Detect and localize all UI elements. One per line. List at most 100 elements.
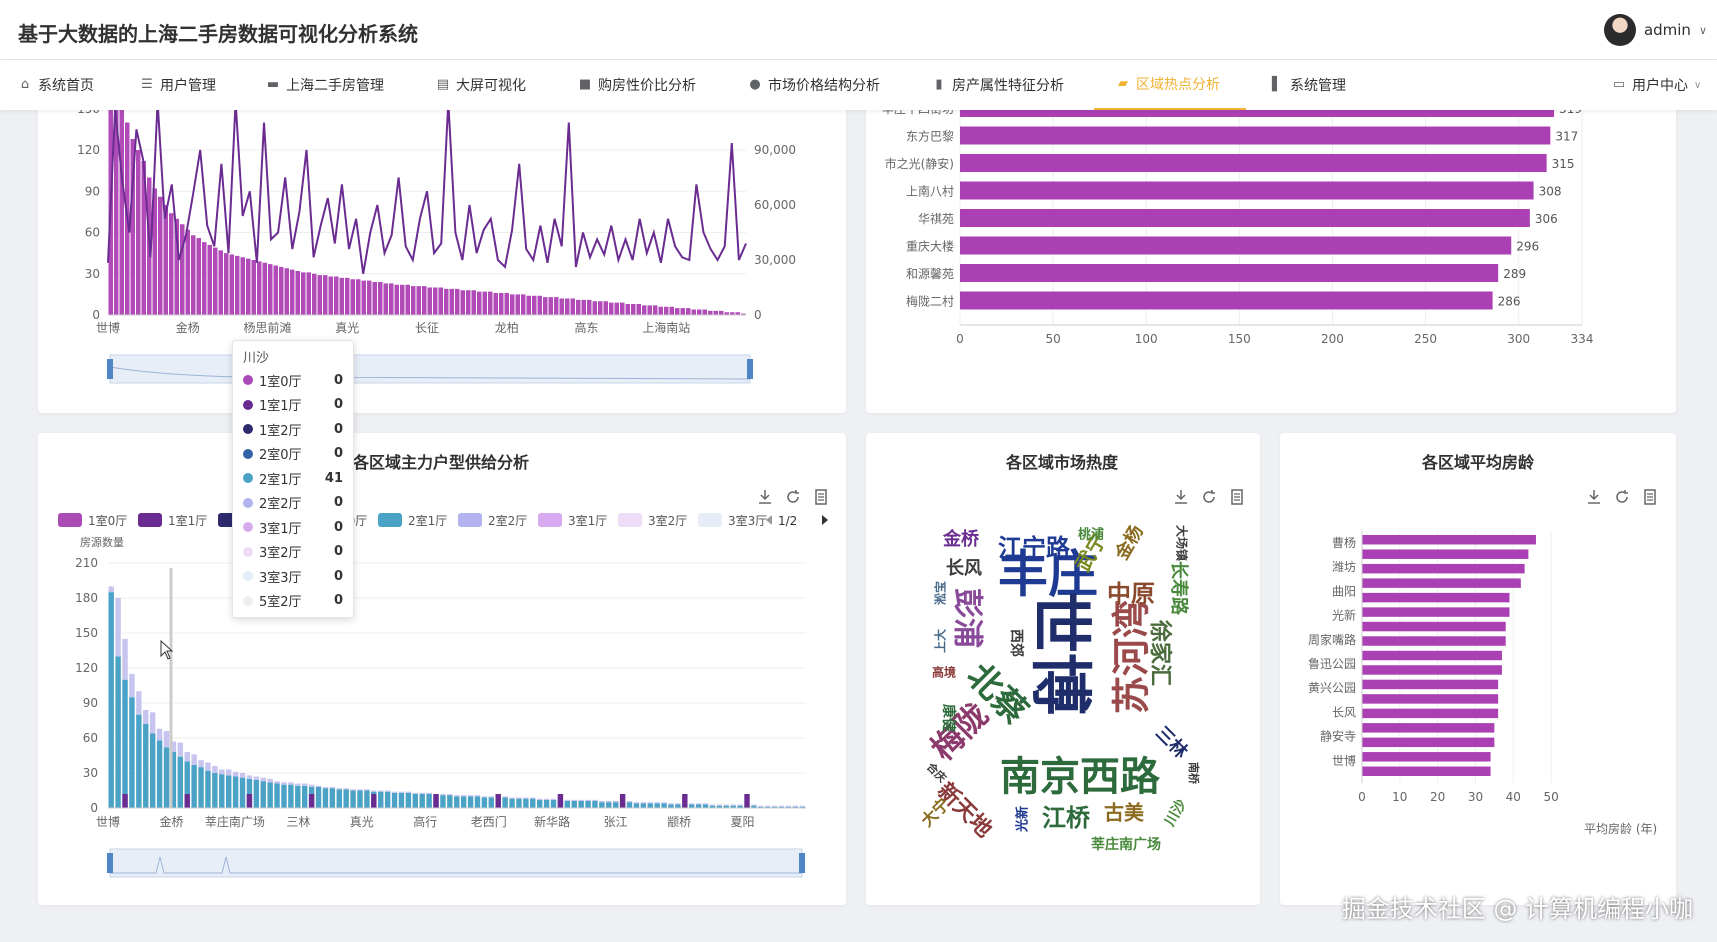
zoom-handle-left: [107, 853, 113, 873]
legend-swatch: [138, 513, 162, 527]
zoom-handle-left: [107, 359, 113, 379]
bar-segment: [136, 691, 142, 715]
district-price-chart: 0306090120150030,00060,00090,000120,000世…: [77, 95, 804, 384]
bar-segment: [405, 792, 412, 808]
bar: [455, 288, 460, 315]
nav-house-manage[interactable]: ▬ 上海二手房管理: [266, 60, 384, 110]
bar: [1362, 607, 1510, 617]
bar-segment: [592, 801, 598, 808]
bar-segment: [668, 804, 674, 808]
tooltip-series-name: 1室2厅: [259, 423, 302, 439]
bar-segment: [143, 724, 149, 808]
bar-segment: [364, 790, 370, 808]
home-icon: ⌂: [20, 77, 30, 92]
nav-user-center[interactable]: ▭ 用户中心 ∨: [1612, 60, 1701, 110]
y-tick-label: 华祺苑: [918, 212, 954, 226]
y2-tick-label: 90,000: [754, 143, 796, 157]
bar: [218, 250, 223, 315]
bar-segment: [398, 792, 405, 808]
bar-segment: [723, 804, 729, 806]
bar-segment: [398, 791, 405, 793]
y-tick-label: 周家嘴路: [1308, 632, 1356, 647]
download-icon[interactable]: [1585, 488, 1603, 506]
x-tick-label: 高东: [574, 320, 598, 335]
bar-segment: [675, 803, 681, 805]
bar-segment: [419, 792, 425, 794]
download-icon[interactable]: [756, 488, 774, 506]
bar-segment: [246, 775, 253, 779]
bar-segment: [668, 803, 674, 805]
bar-value-label: 296: [1516, 240, 1539, 254]
bar-segment: [219, 769, 225, 775]
bar-segment: [212, 773, 218, 808]
bar-segment: [474, 796, 481, 808]
tooltip-row: 2室0厅 0: [233, 442, 353, 467]
bar-segment: [308, 794, 315, 808]
avg-age-panel: 各区域平均房龄 0 10 20 30 40 50 曹杨 潍坊 曲阳 光新 周家嘴路 鲁迅公园 黄兴公园长…: [1280, 433, 1676, 905]
nav-big-screen[interactable]: ▤ 大屏可视化: [436, 60, 526, 110]
bar-segment: [122, 679, 128, 808]
bar-segment: [488, 797, 495, 808]
word-cloud-word: 西郊: [1008, 629, 1025, 657]
refresh-icon[interactable]: [784, 488, 802, 506]
bar-segment: [357, 790, 363, 808]
nav-property-features[interactable]: ▮ 房产属性特征分析: [932, 60, 1064, 110]
bar: [664, 306, 669, 315]
download-icon[interactable]: [1172, 488, 1190, 506]
bar: [328, 276, 333, 315]
bar: [598, 301, 603, 315]
nav-home[interactable]: ⌂ 系统首页: [18, 60, 94, 110]
y-tick-label: 光新: [1332, 608, 1356, 623]
bar-segment: [329, 787, 336, 789]
y-tick-label: 鲁迅公园: [1308, 657, 1356, 671]
nav-user-manage[interactable]: ☰ 用户管理: [140, 60, 216, 110]
tooltip-series-name: 3室1厅: [259, 521, 302, 537]
x-tick-label: 金桥: [159, 814, 183, 829]
bar: [290, 269, 295, 315]
x-tick-label: 0: [956, 332, 964, 346]
nav-value-analysis[interactable]: ■ 购房性价比分析: [578, 60, 696, 110]
bar: [609, 302, 614, 315]
bar: [581, 299, 586, 315]
username[interactable]: admin: [1644, 21, 1691, 39]
bar: [719, 310, 724, 315]
bar: [1362, 650, 1502, 661]
data-view-icon[interactable]: [1228, 488, 1246, 506]
avatar[interactable]: [1603, 14, 1636, 46]
series-dot: [243, 595, 253, 606]
nav-system[interactable]: ▌ 系统管理: [1270, 60, 1346, 110]
bar-segment: [543, 799, 550, 808]
bar-segment: [585, 799, 591, 801]
nav-price-structure[interactable]: ● 市场价格结构分析: [748, 60, 880, 110]
bar-segment: [571, 801, 577, 808]
bar: [686, 308, 691, 315]
bar: [449, 288, 454, 315]
bar: [1362, 766, 1491, 776]
tooltip-row: 3室1厅 0: [233, 515, 353, 540]
bar-segment: [129, 697, 135, 808]
bar-segment: [295, 785, 301, 808]
bar: [334, 276, 339, 315]
bar: [691, 309, 696, 315]
user-menu[interactable]: admin ∨: [1603, 14, 1707, 46]
bar-segment: [771, 805, 778, 807]
refresh-icon[interactable]: [1613, 488, 1631, 506]
bar-segment: [599, 801, 605, 803]
bar: [653, 305, 658, 315]
x-tick-label: 龙柏: [495, 320, 519, 335]
bar: [367, 280, 372, 315]
bar-segment: [689, 804, 695, 808]
refresh-icon[interactable]: [1200, 488, 1218, 506]
bar-segment: [122, 794, 128, 808]
layout-supply-panel: 各区域主力户型供给分析 1室0厅1室1厅1室2厅2室0厅2室1厅2室2厅3室1厅…: [38, 433, 846, 905]
bar-segment: [516, 797, 522, 799]
data-view-icon[interactable]: [812, 488, 830, 506]
chevron-down-icon[interactable]: ∨: [1699, 24, 1707, 37]
data-view-icon[interactable]: [1641, 488, 1659, 506]
y-tick-label: 30: [85, 267, 100, 281]
bar-segment: [523, 798, 529, 808]
nav-region-hotspot[interactable]: ▰ 区域热点分析: [1094, 60, 1246, 110]
bar: [339, 277, 344, 315]
bar-segment: [253, 776, 260, 780]
bar-segment: [467, 796, 474, 808]
